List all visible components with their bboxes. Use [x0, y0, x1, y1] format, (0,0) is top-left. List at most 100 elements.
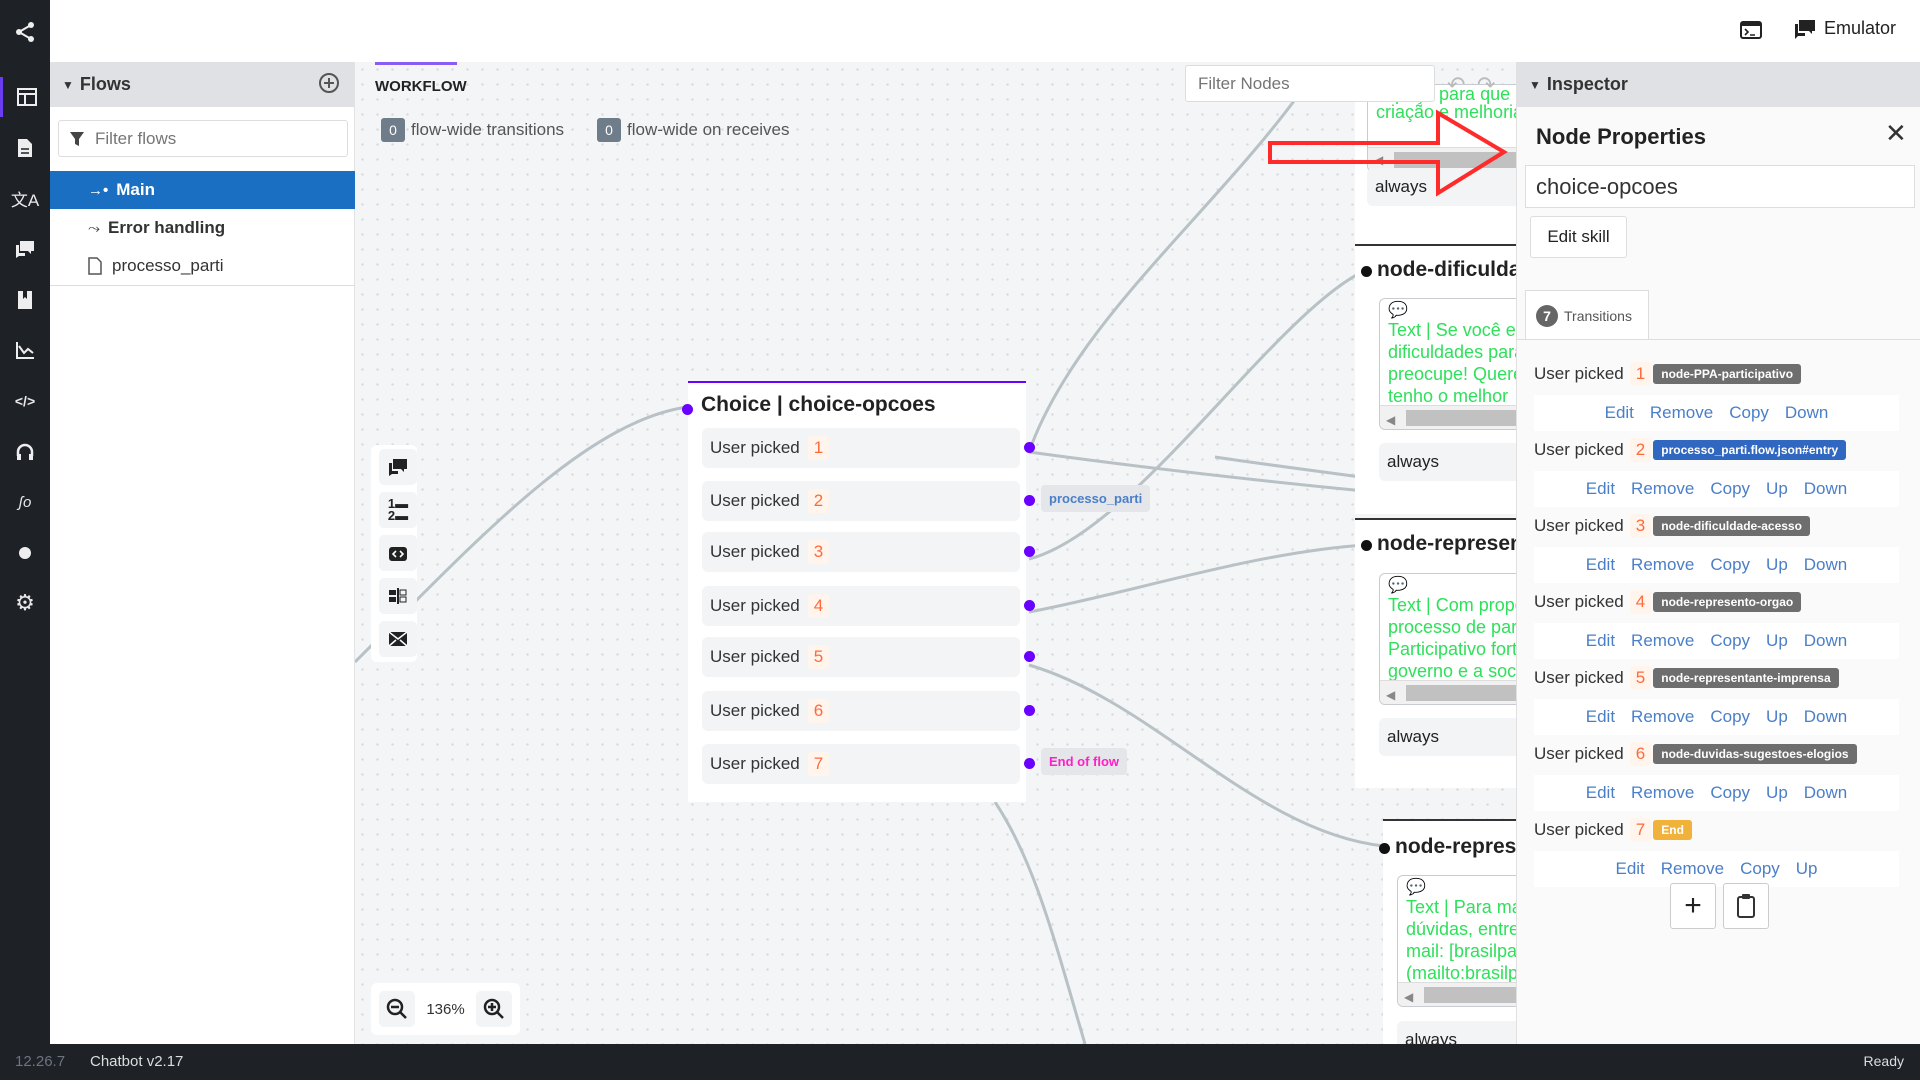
circle-icon[interactable]: [0, 533, 50, 573]
transition-row[interactable]: User picked 5 node-representante-imprensa: [1534, 666, 1899, 690]
add-receive-button[interactable]: [379, 621, 417, 657]
transition-down-link[interactable]: Down: [1785, 403, 1828, 423]
transition-row[interactable]: User picked 7 End: [1534, 818, 1899, 842]
transition-remove-link[interactable]: Remove: [1650, 403, 1713, 423]
choice-row[interactable]: User picked 1: [702, 428, 1020, 468]
workflow-canvas[interactable]: WORKFLOW 0 flow-wide transitions 0 flow-…: [355, 62, 1516, 1044]
node-represe[interactable]: node-represe 💬 Text | Para ma dúvidas, e…: [1379, 819, 1516, 1044]
zoom-in-button[interactable]: [476, 991, 512, 1027]
transition-edit-link[interactable]: Edit: [1615, 859, 1644, 879]
transition-copy-link[interactable]: Copy: [1710, 783, 1750, 803]
transition-row[interactable]: User picked 1 node-PPA-participativo: [1534, 362, 1899, 386]
destination-tag[interactable]: End of flow: [1041, 748, 1128, 775]
flow-wide-receives[interactable]: 0 flow-wide on receives: [597, 118, 790, 142]
add-message-button[interactable]: [379, 449, 417, 485]
transition-up-link[interactable]: Up: [1766, 783, 1788, 803]
transition-target-tag[interactable]: node-duvidas-sugestoes-elogios: [1653, 744, 1857, 764]
choice-node[interactable]: Choice | choice-opcoes User picked 1 User …: [682, 381, 1035, 802]
input-port[interactable]: [682, 404, 693, 415]
flow-wide-transitions[interactable]: 0 flow-wide transitions: [381, 118, 564, 142]
flows-header[interactable]: ▼ Flows: [50, 62, 354, 107]
transition-copy-link[interactable]: Copy: [1740, 859, 1780, 879]
choice-row[interactable]: User picked 2: [702, 481, 1020, 521]
edit-skill-button[interactable]: Edit skill: [1530, 216, 1627, 258]
layout-icon[interactable]: [0, 77, 50, 117]
transition-edit-link[interactable]: Edit: [1605, 403, 1634, 423]
choice-row[interactable]: User picked 4: [702, 586, 1020, 626]
transition-copy-link[interactable]: Copy: [1710, 479, 1750, 499]
input-port[interactable]: [1361, 266, 1372, 277]
transition-row[interactable]: User picked 3 node-dificuldade-acesso: [1534, 514, 1899, 538]
horizontal-scrollbar[interactable]: ◀: [1380, 405, 1516, 429]
transition-target-tag[interactable]: node-dificuldade-acesso: [1653, 516, 1810, 536]
choice-row[interactable]: User picked 7: [702, 744, 1020, 784]
transition-row[interactable]: User picked 6 node-duvidas-sugestoes-elogi…: [1534, 742, 1899, 766]
paste-transition-button[interactable]: [1723, 883, 1769, 929]
emulator-button[interactable]: Emulator: [1794, 18, 1896, 39]
inspector-header[interactable]: ▼ Inspector: [1517, 62, 1920, 107]
transition-down-link[interactable]: Down: [1804, 555, 1847, 575]
choice-row[interactable]: User picked 3: [702, 532, 1020, 572]
transition-down-link[interactable]: Down: [1804, 631, 1847, 651]
transition-copy-link[interactable]: Copy: [1729, 403, 1769, 423]
transition-edit-link[interactable]: Edit: [1586, 555, 1615, 575]
output-port[interactable]: [1024, 758, 1035, 769]
flow-item-error-handling[interactable]: ⤳ Error handling: [50, 209, 355, 247]
transition-down-link[interactable]: Down: [1804, 783, 1847, 803]
add-choice-button[interactable]: 1▬ 2▬: [379, 492, 417, 528]
transition-up-link[interactable]: Up: [1766, 707, 1788, 727]
horizontal-scrollbar[interactable]: ◀: [1380, 680, 1516, 704]
transition-down-link[interactable]: Down: [1804, 479, 1847, 499]
always-transition[interactable]: always: [1379, 443, 1516, 481]
gear-icon[interactable]: ⚙: [0, 583, 50, 623]
add-split-button[interactable]: [379, 578, 417, 614]
transition-up-link[interactable]: Up: [1766, 631, 1788, 651]
node-dificuldade[interactable]: node-dificuldade 💬 Text | Se você es dif…: [1355, 244, 1516, 514]
add-flow-button[interactable]: [318, 72, 340, 99]
transition-copy-link[interactable]: Copy: [1710, 555, 1750, 575]
transition-target-tag[interactable]: node-PPA-participativo: [1653, 364, 1802, 384]
transition-edit-link[interactable]: Edit: [1586, 479, 1615, 499]
transition-remove-link[interactable]: Remove: [1631, 707, 1694, 727]
input-port[interactable]: [1361, 540, 1372, 551]
transition-remove-link[interactable]: Remove: [1631, 783, 1694, 803]
redo-icon[interactable]: ↷: [1477, 72, 1495, 98]
zoom-out-button[interactable]: [379, 991, 415, 1027]
add-code-button[interactable]: [379, 535, 417, 571]
transition-target-tag[interactable]: node-representante-imprensa: [1653, 668, 1839, 688]
filter-flows-input[interactable]: [58, 120, 348, 157]
transition-target-tag[interactable]: End: [1653, 820, 1692, 840]
output-port[interactable]: [1024, 546, 1035, 557]
always-transition[interactable]: always: [1397, 1021, 1516, 1044]
flow-item-main[interactable]: →• Main: [50, 171, 355, 209]
transition-copy-link[interactable]: Copy: [1710, 707, 1750, 727]
always-transition[interactable]: always: [1379, 718, 1516, 756]
node-name-input[interactable]: choice-opcoes: [1525, 165, 1915, 208]
filter-flows-field[interactable]: [95, 128, 335, 149]
translate-icon[interactable]: 文A: [0, 178, 50, 218]
chart-icon[interactable]: [0, 330, 50, 370]
transition-remove-link[interactable]: Remove: [1631, 479, 1694, 499]
output-port[interactable]: [1024, 651, 1035, 662]
headset-icon[interactable]: [0, 432, 50, 472]
filter-nodes-input[interactable]: [1185, 65, 1435, 102]
transition-up-link[interactable]: Up: [1766, 555, 1788, 575]
transition-edit-link[interactable]: Edit: [1586, 631, 1615, 651]
transition-target-tag[interactable]: node-represento-orgao: [1653, 592, 1802, 612]
destination-tag[interactable]: processo_parti: [1041, 485, 1151, 512]
share-icon[interactable]: [0, 12, 50, 52]
transition-row[interactable]: User picked 2 processo_parti.flow.json#ent…: [1534, 438, 1899, 462]
signature-icon[interactable]: ʃo: [0, 482, 50, 522]
transition-target-tag[interactable]: processo_parti.flow.json#entry: [1653, 440, 1847, 460]
terminal-icon[interactable]: [1740, 20, 1762, 45]
flow-item-processo-parti[interactable]: processo_parti: [50, 247, 355, 285]
book-icon[interactable]: [0, 280, 50, 320]
horizontal-scrollbar[interactable]: ◀: [1398, 982, 1516, 1006]
close-icon[interactable]: ✕: [1885, 118, 1907, 149]
transition-down-link[interactable]: Down: [1804, 707, 1847, 727]
transition-up-link[interactable]: Up: [1796, 859, 1818, 879]
output-port[interactable]: [1024, 600, 1035, 611]
document-icon[interactable]: [0, 128, 50, 168]
transition-up-link[interactable]: Up: [1766, 479, 1788, 499]
transition-remove-link[interactable]: Remove: [1661, 859, 1724, 879]
